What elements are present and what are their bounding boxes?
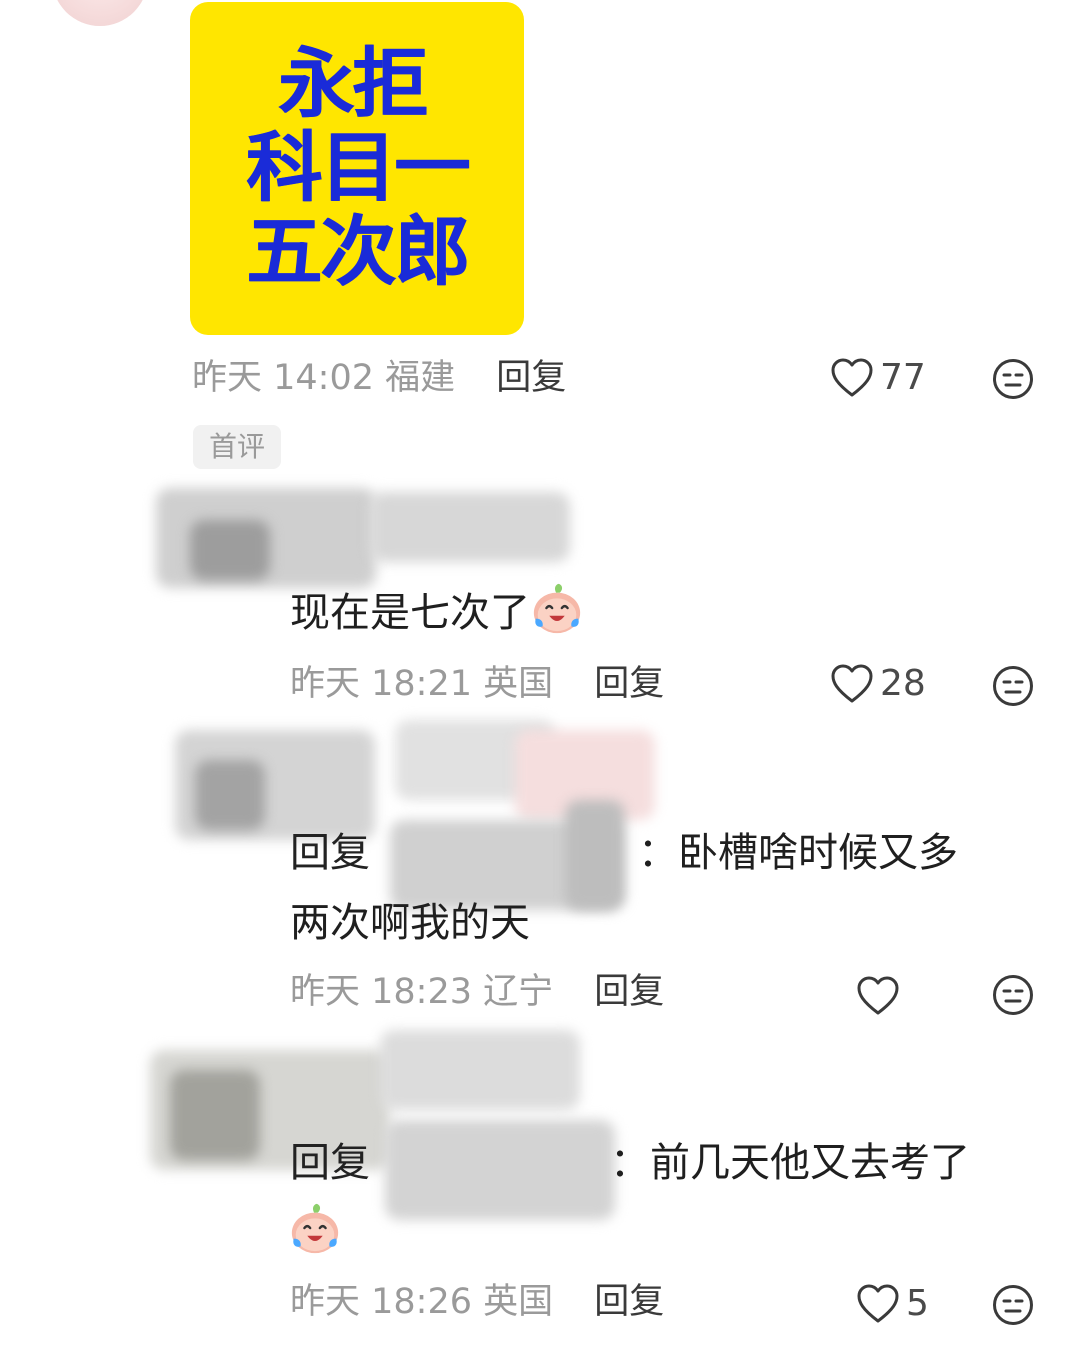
reply-button[interactable]: 回复 [496, 358, 566, 398]
reply-prefix: 回复 [290, 1140, 370, 1186]
sticker-image[interactable]: 永拒 科目一 五次郎 [190, 2, 524, 335]
timestamp: 昨天 14:02 [192, 358, 374, 398]
neutral-face-icon [993, 359, 1033, 399]
reply-button[interactable]: 回复 [594, 664, 664, 704]
crying-laughing-emoji-icon [291, 1203, 339, 1254]
heart-icon [831, 358, 873, 397]
timestamp: 昨天 18:26 [290, 1282, 472, 1322]
comment-text: 回复 ：前几天他又去考了 [290, 1130, 970, 1196]
like-button[interactable] [856, 974, 906, 1018]
comment-meta: 昨天 18:26 英国 回复 [290, 1282, 664, 1322]
timestamp: 昨天 18:21 [290, 664, 472, 704]
comment-text: 现在是七次了 [290, 580, 584, 646]
like-count: 5 [906, 1283, 929, 1324]
sticker-line: 五次郎 [246, 207, 470, 296]
location: 英国 [483, 664, 554, 704]
heart-icon [857, 976, 899, 1015]
react-emoji-button[interactable] [992, 358, 1034, 404]
react-emoji-button[interactable] [992, 1284, 1034, 1330]
comment-body: ：卧槽啥时候又多 [638, 830, 958, 876]
comment-body: ：前几天他又去考了 [610, 1140, 970, 1186]
react-emoji-button[interactable] [992, 974, 1034, 1020]
like-count: 77 [880, 357, 926, 398]
crying-laughing-emoji-icon [533, 583, 581, 634]
comment-meta: 昨天 18:23 辽宁 回复 [290, 972, 664, 1012]
like-button[interactable]: 28 [830, 662, 926, 706]
comment-meta: 昨天 18:21 英国 回复 [290, 664, 664, 704]
comment-text: 回复 ：卧槽啥时候又多 [290, 820, 958, 886]
reply-button[interactable]: 回复 [594, 1282, 664, 1322]
heart-icon [857, 1284, 899, 1323]
like-button[interactable]: 5 [856, 1282, 929, 1326]
avatar[interactable] [52, 0, 148, 26]
like-button[interactable]: 77 [830, 356, 926, 400]
neutral-face-icon [993, 975, 1033, 1015]
heart-icon [831, 664, 873, 703]
location: 英国 [483, 1282, 554, 1322]
reply-button[interactable]: 回复 [594, 972, 664, 1012]
neutral-face-icon [993, 666, 1033, 706]
comment-body: 现在是七次了 [290, 590, 530, 636]
first-comment-badge: 首评 [193, 425, 282, 469]
comment-emoji [288, 1202, 342, 1256]
location: 福建 [385, 358, 456, 398]
comment-meta: 昨天 14:02 福建 回复 [192, 358, 566, 398]
react-emoji-button[interactable] [992, 665, 1034, 711]
sticker-line: 永拒 [278, 39, 428, 128]
sticker-line: 科目一 [246, 123, 470, 212]
location: 辽宁 [483, 972, 554, 1012]
reply-prefix: 回复 [290, 830, 370, 876]
comment-text-line2: 两次啊我的天 [290, 900, 530, 946]
like-count: 28 [880, 663, 926, 704]
timestamp: 昨天 18:23 [290, 972, 472, 1012]
neutral-face-icon [993, 1285, 1033, 1325]
